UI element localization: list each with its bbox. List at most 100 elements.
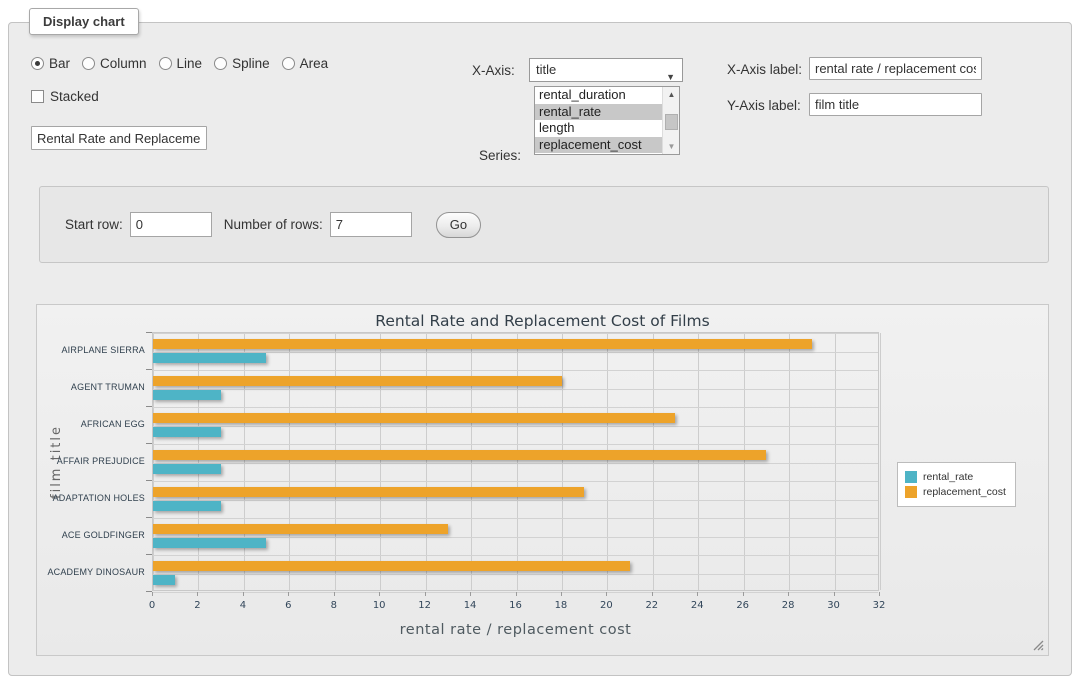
chart-type-option-spline[interactable]: Spline xyxy=(214,56,270,71)
series-listbox[interactable]: rental_durationrental_ratelengthreplacem… xyxy=(534,86,680,155)
series-scrollbar[interactable]: ▲ ▼ xyxy=(662,87,679,154)
radio-unselected-icon[interactable] xyxy=(159,57,172,70)
chart-title: Rental Rate and Replacement Cost of Film… xyxy=(37,312,1048,330)
legend-label: replacement_cost xyxy=(923,486,1006,498)
gridline-horizontal xyxy=(153,389,878,390)
bar-replacement_cost[interactable] xyxy=(153,487,584,497)
x-axis-tick-label: 2 xyxy=(184,600,210,611)
x-axis-tick-label: 28 xyxy=(775,600,801,611)
y-axis-tick xyxy=(146,554,152,555)
bar-rental_rate[interactable] xyxy=(153,501,221,511)
bar-rental_rate[interactable] xyxy=(153,353,266,363)
bar-replacement_cost[interactable] xyxy=(153,413,675,423)
x-axis-tick xyxy=(288,592,289,596)
gridline-horizontal xyxy=(153,444,878,445)
legend-item-replacement_cost[interactable]: replacement_cost xyxy=(905,486,1006,498)
x-axis-tick-label: 32 xyxy=(866,600,892,611)
gridline-vertical xyxy=(289,333,290,590)
chart-type-option-column[interactable]: Column xyxy=(82,56,147,71)
series-option-rental_rate[interactable]: rental_rate xyxy=(535,104,662,121)
row-range-box: Start row: Number of rows: Go xyxy=(39,186,1049,263)
chart-type-option-area[interactable]: Area xyxy=(282,56,329,71)
x-axis-tick xyxy=(743,592,744,596)
bar-rental_rate[interactable] xyxy=(153,538,266,548)
chart-type-option-line[interactable]: Line xyxy=(159,56,203,71)
scroll-down-icon[interactable]: ▼ xyxy=(663,139,680,154)
chevron-down-icon: ▼ xyxy=(666,66,675,88)
gridline-vertical xyxy=(607,333,608,590)
bar-replacement_cost[interactable] xyxy=(153,561,630,571)
gridline-horizontal xyxy=(153,500,878,501)
bar-replacement_cost[interactable] xyxy=(153,524,448,534)
radio-selected-icon[interactable] xyxy=(31,57,44,70)
x-axis-tick-label: 10 xyxy=(366,600,392,611)
radio-unselected-icon[interactable] xyxy=(282,57,295,70)
category-label: ACADEMY DINOSAUR xyxy=(35,567,145,578)
bar-replacement_cost[interactable] xyxy=(153,339,812,349)
gridline-vertical xyxy=(880,333,881,590)
x-axis-tick-label: 14 xyxy=(457,600,483,611)
stacked-checkbox-row[interactable]: Stacked xyxy=(31,89,99,104)
chart-type-option-bar[interactable]: Bar xyxy=(31,56,70,71)
gridline-horizontal xyxy=(153,407,878,408)
x-axis-tick xyxy=(652,592,653,596)
y-axis-tick xyxy=(146,332,152,333)
bar-rental_rate[interactable] xyxy=(153,575,175,585)
chart-type-label: Line xyxy=(177,56,203,71)
x-axis-tick xyxy=(879,592,880,596)
x-axis-tick-label: 24 xyxy=(684,600,710,611)
radio-unselected-icon[interactable] xyxy=(82,57,95,70)
start-row-input[interactable] xyxy=(130,212,212,237)
gridline-vertical xyxy=(698,333,699,590)
x-axis-tick-label: 20 xyxy=(593,600,619,611)
gridline-horizontal xyxy=(153,518,878,519)
x-axis-tick xyxy=(697,592,698,596)
category-label: AFFAIR PREJUDICE xyxy=(35,456,145,467)
num-rows-input[interactable] xyxy=(330,212,412,237)
x-axis-tick xyxy=(788,592,789,596)
radio-unselected-icon[interactable] xyxy=(214,57,227,70)
category-label: ADAPTATION HOLES xyxy=(35,493,145,504)
category-label: ACE GOLDFINGER xyxy=(35,530,145,541)
x-axis-tick xyxy=(606,592,607,596)
resize-grip-icon[interactable] xyxy=(1033,640,1044,651)
legend-item-rental_rate[interactable]: rental_rate xyxy=(905,471,1006,483)
gridline-vertical xyxy=(426,333,427,590)
gridline-vertical xyxy=(789,333,790,590)
gridline-vertical xyxy=(335,333,336,590)
y-axis-label-input[interactable] xyxy=(809,93,982,116)
x-axis-tick xyxy=(470,592,471,596)
x-axis-selected-value: title xyxy=(536,62,556,77)
bar-replacement_cost[interactable] xyxy=(153,376,562,386)
y-axis-label-label: Y-Axis label: xyxy=(727,98,801,113)
series-option-replacement_cost[interactable]: replacement_cost xyxy=(535,137,662,154)
x-axis-tick-label: 8 xyxy=(321,600,347,611)
num-rows-label: Number of rows: xyxy=(224,217,323,232)
series-list-label: Series: xyxy=(479,148,521,163)
stacked-checkbox[interactable] xyxy=(31,90,44,103)
x-axis-tick xyxy=(243,592,244,596)
x-axis-select[interactable]: title ▼ xyxy=(529,58,683,82)
scrollbar-thumb[interactable] xyxy=(665,114,678,130)
category-label: AGENT TRUMAN xyxy=(35,382,145,393)
go-button[interactable]: Go xyxy=(436,212,481,238)
x-axis-tick-label: 12 xyxy=(412,600,438,611)
gridline-vertical xyxy=(744,333,745,590)
series-option-length[interactable]: length xyxy=(535,120,662,137)
bar-replacement_cost[interactable] xyxy=(153,450,766,460)
x-axis-tick xyxy=(152,592,153,596)
chart-type-radio-group: Bar Column Line Spline Area xyxy=(31,56,340,71)
bar-rental_rate[interactable] xyxy=(153,390,221,400)
category-label: AFRICAN EGG xyxy=(35,419,145,430)
x-axis-tick-label: 18 xyxy=(548,600,574,611)
category-label: AIRPLANE SIERRA xyxy=(35,345,145,356)
series-option-rental_duration[interactable]: rental_duration xyxy=(535,87,662,104)
x-axis-label-input[interactable] xyxy=(809,57,982,80)
y-axis-tick xyxy=(146,369,152,370)
scroll-up-icon[interactable]: ▲ xyxy=(663,87,680,102)
y-axis-tick xyxy=(146,406,152,407)
y-axis-tick xyxy=(146,480,152,481)
chart-title-input[interactable] xyxy=(31,126,207,150)
bar-rental_rate[interactable] xyxy=(153,427,221,437)
bar-rental_rate[interactable] xyxy=(153,464,221,474)
